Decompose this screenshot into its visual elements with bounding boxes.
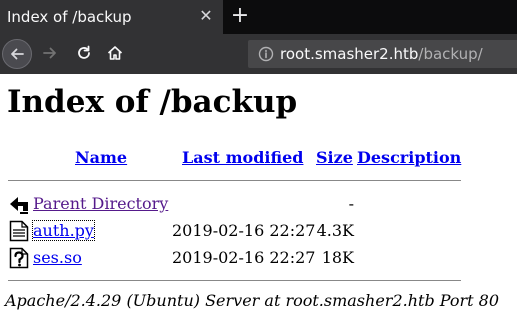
file-size: - bbox=[348, 194, 354, 213]
divider bbox=[8, 180, 461, 181]
file-size: 4.3K bbox=[316, 221, 354, 240]
home-button[interactable] bbox=[101, 39, 131, 69]
url-text[interactable]: root.smasher2.htb/backup/ bbox=[280, 45, 483, 63]
column-header-last-modified[interactable]: Last modified bbox=[182, 148, 303, 167]
info-icon[interactable] bbox=[258, 46, 274, 62]
tab-strip: Index of /backup ✕ + bbox=[0, 0, 517, 34]
back-arrow-icon bbox=[11, 48, 24, 60]
reload-icon bbox=[78, 45, 90, 59]
divider bbox=[8, 280, 461, 281]
table-row: ses.so 2019-02-16 22:27 18K bbox=[0, 246, 517, 270]
table-row: Parent Directory - bbox=[0, 192, 517, 216]
column-header-description[interactable]: Description bbox=[357, 148, 461, 167]
page-title: Index of /backup bbox=[7, 84, 298, 120]
column-header-name[interactable]: Name bbox=[75, 148, 127, 167]
back-arrow-icon bbox=[10, 197, 28, 214]
back-button[interactable] bbox=[2, 39, 32, 69]
table-row: auth.py 2019-02-16 22:27 4.3K bbox=[0, 219, 517, 243]
tab-title: Index of /backup bbox=[7, 8, 132, 26]
forward-button[interactable] bbox=[36, 39, 66, 69]
server-signature: Apache/2.4.29 (Ubuntu) Server at root.sm… bbox=[5, 291, 500, 310]
new-tab-button[interactable]: + bbox=[227, 4, 253, 30]
url-path: /backup/ bbox=[418, 45, 483, 63]
file-last-modified: 2019-02-16 22:27 bbox=[172, 221, 316, 240]
reload-button[interactable] bbox=[70, 39, 100, 69]
url-bar[interactable]: root.smasher2.htb/backup/ bbox=[248, 40, 517, 68]
text-file-icon bbox=[9, 220, 29, 242]
forward-arrow-icon bbox=[43, 47, 56, 59]
page-content: Index of /backup Name Last modified Size… bbox=[0, 74, 517, 332]
parent-directory-link[interactable]: Parent Directory bbox=[33, 194, 168, 213]
home-icon bbox=[107, 46, 123, 60]
tab-active[interactable]: Index of /backup ✕ bbox=[0, 0, 223, 34]
column-header-size[interactable]: Size bbox=[316, 148, 353, 167]
close-icon[interactable]: ✕ bbox=[196, 6, 216, 26]
unknown-file-icon bbox=[9, 247, 29, 269]
file-link-auth-py[interactable]: auth.py bbox=[32, 220, 95, 241]
url-host: root.smasher2.htb bbox=[280, 45, 419, 63]
file-last-modified: 2019-02-16 22:27 bbox=[172, 248, 316, 267]
file-size: 18K bbox=[321, 248, 354, 267]
file-link-ses-so[interactable]: ses.so bbox=[33, 248, 82, 267]
